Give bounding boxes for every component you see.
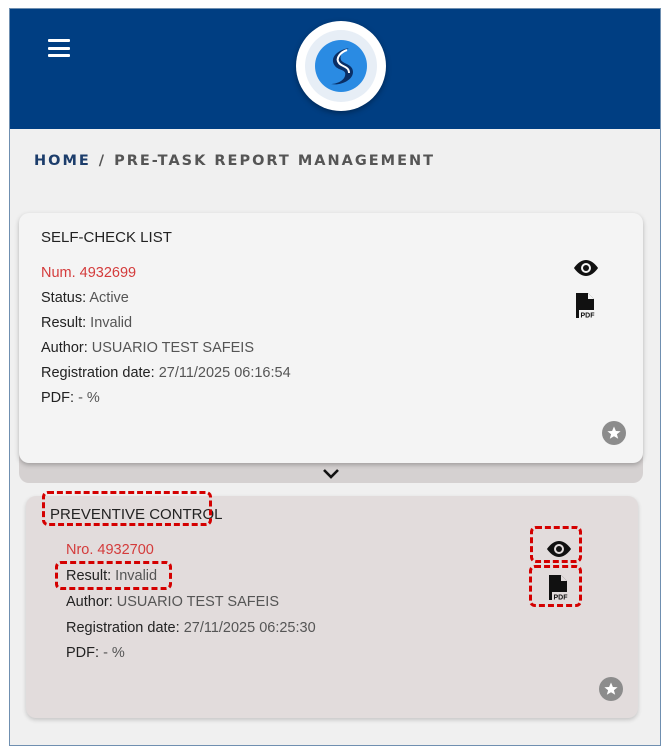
- pdf-label: PDF:: [66, 645, 100, 661]
- registration-date-value: 27/11/2025 06:16:54: [158, 365, 291, 381]
- result-row: Result: Invalid: [41, 315, 132, 331]
- highlight-view-button: [530, 526, 582, 563]
- highlight-card-title: [42, 491, 212, 526]
- highlight-pdf-button: [529, 565, 582, 607]
- report-number: Num. 4932699: [41, 265, 137, 281]
- pdf-value: - %: [103, 645, 125, 661]
- logo-icon: [315, 40, 367, 92]
- result-label: Result:: [41, 315, 87, 331]
- report-card-self-check[interactable]: SELF-CHECK LIST Num. 4932699 Status: Act…: [19, 213, 643, 463]
- pdf-icon-text: PDF: [581, 313, 596, 320]
- star-icon[interactable]: [602, 421, 626, 445]
- status-label: Status:: [41, 290, 87, 306]
- status-value: Active: [89, 290, 129, 306]
- breadcrumb: HOME / PRE-TASK REPORT MANAGEMENT: [34, 153, 435, 169]
- author-row: Author: USUARIO TEST SAFEIS: [66, 594, 279, 610]
- pdf-row: PDF: - %: [41, 390, 100, 406]
- company-logo[interactable]: [296, 21, 386, 111]
- hamburger-menu-icon[interactable]: [48, 39, 70, 57]
- report-number: Nro. 4932700: [66, 542, 154, 558]
- registration-date-label: Registration date:: [66, 620, 180, 636]
- app-header: [10, 9, 660, 129]
- pdf-file-icon[interactable]: PDFPDF: [571, 291, 601, 321]
- app-frame: HOME / PRE-TASK REPORT MANAGEMENT SELF-CHE…: [9, 8, 661, 746]
- pdf-row: PDF: - %: [66, 645, 125, 661]
- status-row: Status: Active: [41, 290, 129, 306]
- author-label: Author:: [66, 594, 113, 610]
- registration-date-label: Registration date:: [41, 365, 155, 381]
- pdf-label: PDF:: [41, 390, 75, 406]
- breadcrumb-home-link[interactable]: HOME: [34, 153, 91, 169]
- breadcrumb-current: PRE-TASK REPORT MANAGEMENT: [114, 153, 436, 169]
- registration-date-row: Registration date: 27/11/2025 06:16:54: [41, 365, 291, 381]
- card-title: SELF-CHECK LIST: [41, 229, 172, 246]
- eye-icon[interactable]: [571, 253, 601, 283]
- star-icon[interactable]: [599, 677, 623, 701]
- result-value: Invalid: [90, 315, 133, 331]
- author-value: USUARIO TEST SAFEIS: [91, 340, 255, 356]
- registration-date-value: 27/11/2025 06:25:30: [183, 620, 316, 636]
- registration-date-row: Registration date: 27/11/2025 06:25:30: [66, 620, 316, 636]
- author-row: Author: USUARIO TEST SAFEIS: [41, 340, 254, 356]
- highlight-result: [55, 561, 172, 590]
- breadcrumb-separator: /: [98, 153, 107, 169]
- pdf-value: - %: [78, 390, 100, 406]
- author-value: USUARIO TEST SAFEIS: [116, 594, 280, 610]
- chevron-down-icon: [323, 469, 339, 479]
- author-label: Author:: [41, 340, 88, 356]
